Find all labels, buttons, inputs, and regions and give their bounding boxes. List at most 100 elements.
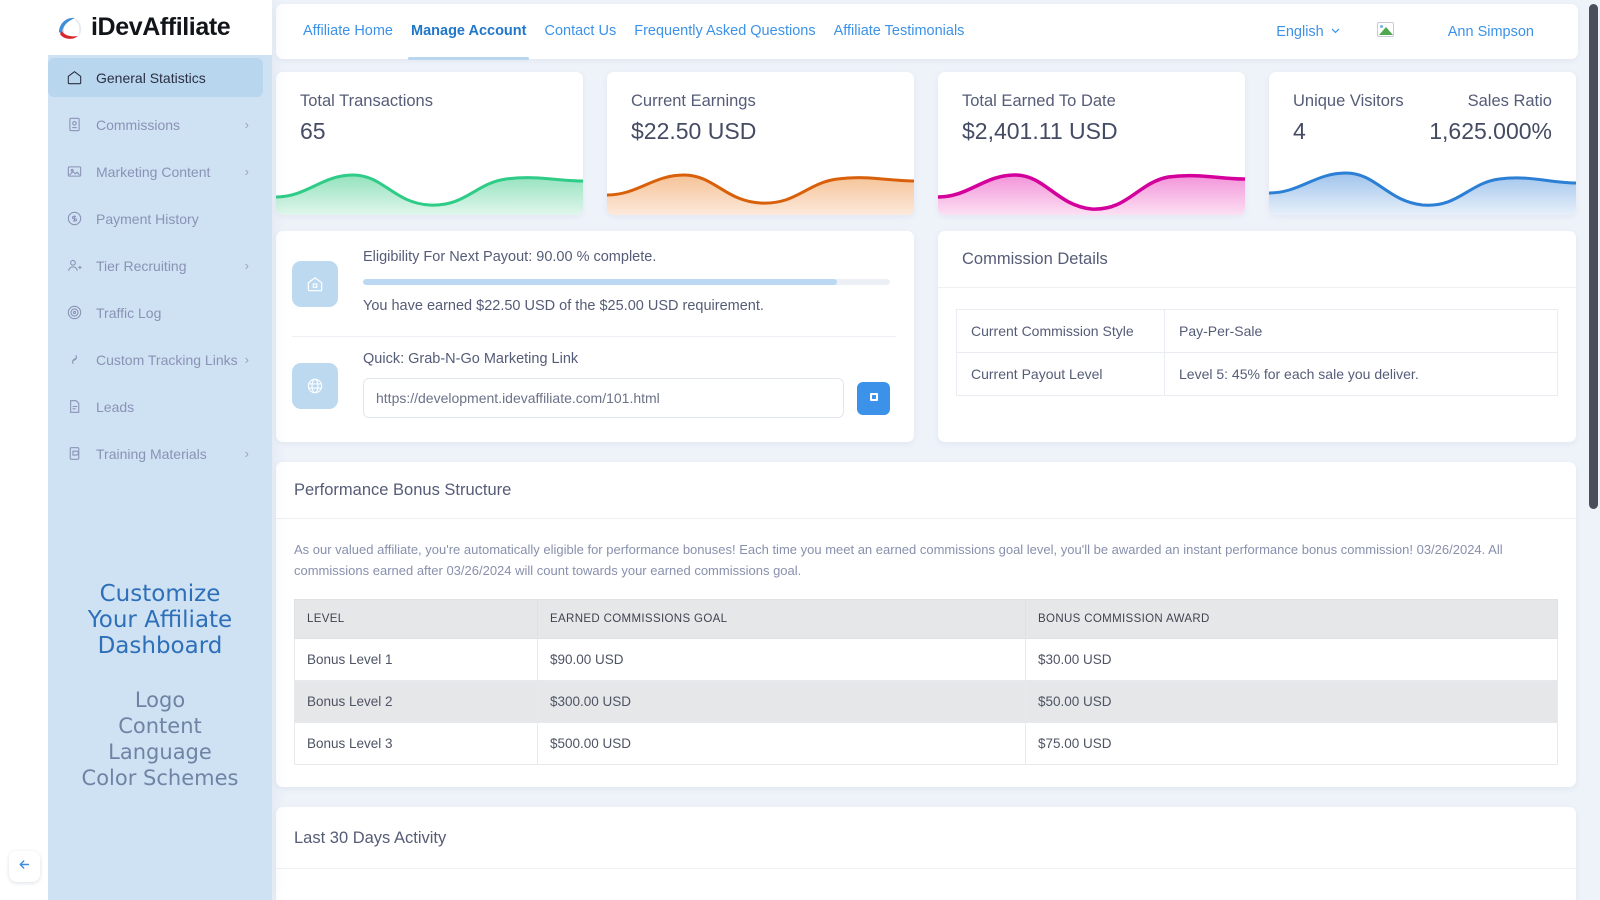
cell-level: Bonus Level 2 bbox=[294, 680, 538, 723]
promo-title-line-1: Customize bbox=[99, 581, 221, 607]
table-row: Current Payout Level Level 5: 45% for ea… bbox=[956, 352, 1558, 396]
stat-card-current-earnings: Current Earnings $22.50 USD bbox=[607, 72, 914, 215]
last-30-days-activity-section: Last 30 Days Activity bbox=[276, 807, 1576, 900]
top-nav-contact-us[interactable]: Contact Us bbox=[535, 5, 625, 58]
sidebar-item-traffic-log[interactable]: Traffic Log bbox=[48, 293, 263, 332]
stat-col-primary: Current Earnings $22.50 USD bbox=[631, 92, 890, 145]
promo-item-logo: Logo bbox=[134, 688, 186, 712]
detail-key: Current Commission Style bbox=[956, 309, 1165, 353]
cell-award: $30.00 USD bbox=[1025, 638, 1558, 681]
vertical-scrollbar[interactable] bbox=[1587, 0, 1600, 900]
scroll-area: Affiliate Home Manage Account Contact Us… bbox=[272, 0, 1588, 900]
table-header-row: LEVEL EARNED COMMISSIONS GOAL BONUS COMM… bbox=[294, 599, 1558, 639]
promo-list: Logo Content Language Color Schemes bbox=[48, 687, 272, 791]
performance-bonus-title: Performance Bonus Structure bbox=[276, 462, 1576, 519]
stat-col-primary: Total Earned To Date $2,401.11 USD bbox=[962, 92, 1221, 145]
brand-logo[interactable]: iDevAffiliate bbox=[0, 0, 272, 55]
sidebar-item-payment-history[interactable]: Payment History bbox=[48, 199, 263, 238]
sidebar-item-marketing-content[interactable]: Marketing Content › bbox=[48, 152, 263, 191]
stat-card-content: Total Earned To Date $2,401.11 USD bbox=[938, 72, 1245, 145]
detail-key: Current Payout Level bbox=[956, 352, 1165, 396]
stat-value: 4 bbox=[1293, 118, 1306, 144]
detail-value: Level 5: 45% for each sale you deliver. bbox=[1164, 352, 1558, 396]
sidebar-item-commissions[interactable]: Commissions › bbox=[48, 105, 263, 144]
table-row: Bonus Level 2 $300.00 USD $50.00 USD bbox=[294, 680, 1558, 723]
cell-goal: $300.00 USD bbox=[537, 680, 1026, 723]
stat-col-secondary: Sales Ratio 1,625.000% bbox=[1429, 92, 1552, 145]
performance-bonus-paragraph: As our valued affiliate, you're automati… bbox=[294, 542, 1503, 578]
broken-image-icon bbox=[1376, 22, 1394, 37]
language-label: English bbox=[1276, 23, 1324, 40]
user-plus-icon bbox=[64, 256, 84, 276]
sidebar-item-leads[interactable]: Leads bbox=[48, 387, 263, 426]
stat-card-total-transactions: Total Transactions 65 bbox=[276, 72, 583, 215]
chevron-right-icon: › bbox=[244, 117, 249, 132]
activity-chart-area bbox=[276, 869, 1576, 900]
eligibility-headline: Eligibility For Next Payout: 90.00 % com… bbox=[363, 249, 657, 265]
sparkline-chart bbox=[938, 153, 1245, 215]
top-nav-affiliate-testimonials[interactable]: Affiliate Testimonials bbox=[825, 5, 974, 58]
performance-bonus-body: As our valued affiliate, you're automati… bbox=[276, 519, 1576, 787]
promo-item-color-schemes: Color Schemes bbox=[81, 766, 239, 790]
cell-award: $50.00 USD bbox=[1025, 680, 1558, 723]
sidebar-item-training-materials[interactable]: Training Materials › bbox=[48, 434, 263, 473]
sidebar-item-tier-recruiting[interactable]: Tier Recruiting › bbox=[48, 246, 263, 285]
document-icon bbox=[64, 397, 84, 417]
column-header-bonus-commission-award: BONUS COMMISSION AWARD bbox=[1025, 599, 1558, 639]
top-nav-faq[interactable]: Frequently Asked Questions bbox=[625, 5, 824, 58]
stat-value-secondary: 1,625.000% bbox=[1429, 118, 1552, 144]
detail-value: Pay-Per-Sale bbox=[1164, 309, 1558, 353]
top-nav-affiliate-home[interactable]: Affiliate Home bbox=[294, 5, 402, 58]
stat-card-unique-visitors-sales-ratio: Unique Visitors 4 Sales Ratio 1,625.000% bbox=[1269, 72, 1576, 215]
sidebar-item-custom-tracking-links[interactable]: Custom Tracking Links › bbox=[48, 340, 263, 379]
stat-card-content: Current Earnings $22.50 USD bbox=[607, 72, 914, 145]
stat-value: $22.50 USD bbox=[631, 118, 757, 144]
table-row: Bonus Level 3 $500.00 USD $75.00 USD bbox=[294, 722, 1558, 765]
sparkline-chart bbox=[607, 153, 914, 215]
stat-cards: Total Transactions 65 Current Earnings $… bbox=[276, 59, 1588, 215]
image-icon bbox=[64, 162, 84, 182]
sidebar-item-label: Tier Recruiting bbox=[96, 257, 187, 274]
stat-card-content: Total Transactions 65 bbox=[276, 72, 583, 145]
top-nav: Affiliate Home Manage Account Contact Us… bbox=[276, 5, 974, 60]
promo-title: Customize Your Affiliate Dashboard bbox=[48, 581, 272, 659]
stat-card-content: Unique Visitors 4 Sales Ratio 1,625.000% bbox=[1269, 72, 1576, 145]
stat-col-primary: Total Transactions 65 bbox=[300, 92, 559, 145]
sidebar-item-general-statistics[interactable]: General Statistics bbox=[48, 58, 263, 97]
mid-row: Eligibility For Next Payout: 90.00 % com… bbox=[276, 215, 1588, 442]
sparkline-chart bbox=[276, 153, 583, 215]
brand-name: iDevAffiliate bbox=[91, 13, 231, 41]
cell-award: $75.00 USD bbox=[1025, 722, 1558, 765]
marketing-link-input[interactable] bbox=[363, 378, 844, 418]
promo-title-line-3: Dashboard bbox=[97, 633, 223, 659]
payout-progress-fill bbox=[363, 279, 838, 285]
sidebar-collapse-button[interactable] bbox=[9, 851, 40, 882]
cell-goal: $90.00 USD bbox=[537, 638, 1026, 681]
copy-link-button[interactable] bbox=[857, 381, 890, 415]
cell-level: Bonus Level 1 bbox=[294, 638, 538, 681]
table-row: Current Commission Style Pay-Per-Sale bbox=[956, 309, 1558, 353]
stat-label: Current Earnings bbox=[631, 92, 756, 110]
copy-icon bbox=[868, 391, 880, 406]
scrollbar-thumb[interactable] bbox=[1589, 4, 1598, 509]
main-content: Affiliate Home Manage Account Contact Us… bbox=[272, 0, 1600, 900]
sidebar-nav: General Statistics Commissions › Marketi… bbox=[48, 55, 272, 473]
sidebar: iDevAffiliate General Statistics Commiss… bbox=[0, 0, 272, 900]
promo-item-content: Content bbox=[118, 714, 202, 738]
top-nav-manage-account[interactable]: Manage Account bbox=[402, 5, 535, 60]
eligibility-row: Eligibility For Next Payout: 90.00 % com… bbox=[276, 249, 914, 314]
chevron-right-icon: › bbox=[244, 446, 249, 461]
training-doc-icon bbox=[64, 444, 84, 464]
user-name[interactable]: Ann Simpson bbox=[1448, 24, 1534, 40]
target-icon bbox=[64, 303, 84, 323]
language-selector[interactable]: English bbox=[1276, 24, 1341, 40]
marketing-link-row: Quick: Grab-N-Go Marketing Link bbox=[276, 337, 914, 442]
sidebar-item-label: Traffic Log bbox=[96, 304, 162, 321]
marketing-link-body: Quick: Grab-N-Go Marketing Link bbox=[338, 351, 890, 418]
sidebar-item-label: Payment History bbox=[96, 210, 199, 227]
